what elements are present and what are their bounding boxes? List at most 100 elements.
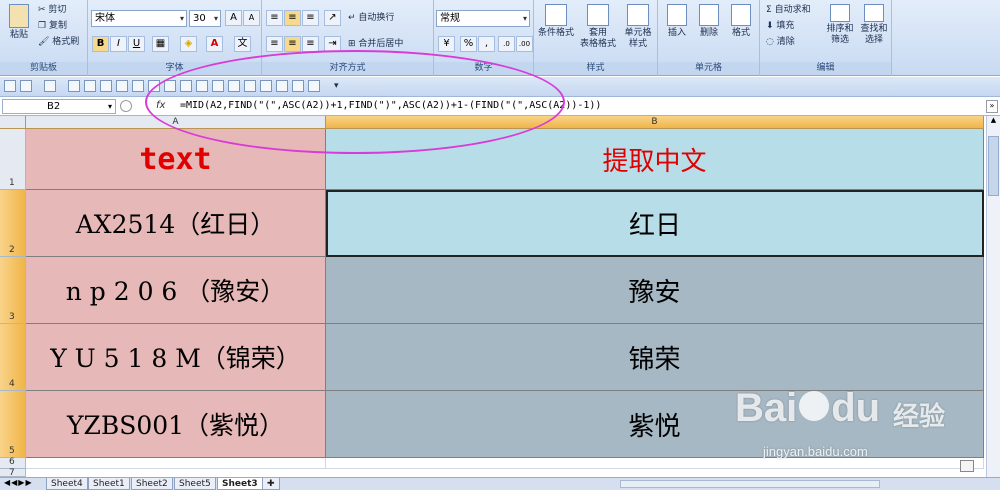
merge-center-button[interactable]: ⊞ 合并后居中 <box>348 38 403 50</box>
align-middle-button[interactable]: ≡ <box>284 10 301 26</box>
name-box-value: B2 <box>47 101 61 112</box>
new-sheet-button[interactable]: ✚ <box>262 478 280 490</box>
table-icon[interactable] <box>132 80 144 92</box>
clipboard-icon[interactable] <box>244 80 256 92</box>
print-icon[interactable] <box>100 80 112 92</box>
redo-icon[interactable] <box>44 80 56 92</box>
formula-bar: B2 ▾ fx =MID(A2,FIND("(",ASC(A2))+1,FIND(… <box>0 98 1000 116</box>
row-header-5[interactable]: 5 <box>0 391 26 458</box>
cell-a4[interactable]: Y U 5 1 8 M（锦荣） <box>26 324 326 391</box>
align-right-button[interactable]: ≡ <box>302 36 319 52</box>
name-box[interactable]: B2 ▾ <box>2 99 116 114</box>
sort-filter-button[interactable]: 排序和 筛选 <box>824 4 856 46</box>
tab-sheet1[interactable]: Sheet1 <box>88 478 130 490</box>
tools-icon[interactable] <box>308 80 320 92</box>
formula-input[interactable]: =MID(A2,FIND("(",ASC(A2))+1,FIND(")",ASC… <box>180 100 601 111</box>
tab-sheet3[interactable]: Sheet3 <box>217 478 263 490</box>
tab-sheet5[interactable]: Sheet5 <box>174 478 216 490</box>
image-icon[interactable] <box>260 80 272 92</box>
merge-icon[interactable] <box>276 80 288 92</box>
refresh-icon[interactable] <box>212 80 224 92</box>
font-color-button[interactable]: A <box>206 36 223 52</box>
scroll-thumb[interactable] <box>988 136 999 196</box>
row-header-1[interactable]: 1 <box>0 129 26 190</box>
cell-a2[interactable]: AX2514（红日） <box>26 190 326 257</box>
open-icon[interactable] <box>68 80 80 92</box>
preview-icon[interactable] <box>116 80 128 92</box>
filter-icon[interactable] <box>196 80 208 92</box>
format-button[interactable]: 格式 <box>726 4 756 39</box>
cell-b1[interactable]: 提取中文 <box>326 129 984 190</box>
tab-sheet2[interactable]: Sheet2 <box>131 478 173 490</box>
cell-a5[interactable]: YZBS001（紫悦） <box>26 391 326 458</box>
select-all-corner[interactable] <box>0 116 26 129</box>
chart-icon[interactable] <box>148 80 160 92</box>
cell-b3[interactable]: 豫安 <box>326 257 984 324</box>
bold-button[interactable]: B <box>92 36 109 52</box>
horizontal-scrollbar[interactable] <box>620 480 880 488</box>
customize-qat-icon[interactable]: ▾ <box>334 80 339 92</box>
clear-button[interactable]: ◌ 清除 <box>766 36 795 48</box>
column-header-a[interactable]: A <box>26 116 326 129</box>
currency-button[interactable]: ¥ <box>438 36 455 52</box>
align-top-button[interactable]: ≡ <box>266 10 283 26</box>
paste-button[interactable]: 粘贴 <box>6 4 32 41</box>
copy-button[interactable]: ❐ 复制 <box>38 20 67 32</box>
undo-icon[interactable] <box>20 80 32 92</box>
cell-a3[interactable]: n p 2 0 6 （豫安） <box>26 257 326 324</box>
number-format-select[interactable]: 常规 ▾ <box>436 10 530 27</box>
cell-a1[interactable]: text <box>26 129 326 190</box>
pencil-icon[interactable] <box>228 80 240 92</box>
insert-row-icon[interactable] <box>164 80 176 92</box>
conditional-format-icon <box>545 4 567 26</box>
vertical-scrollbar[interactable]: ▲ <box>986 116 1000 477</box>
row-header-7[interactable]: 7 <box>0 468 26 478</box>
table-format-button[interactable]: 套用 表格格式 <box>578 4 618 50</box>
grow-font-button[interactable]: A <box>225 10 242 26</box>
increase-decimal-button[interactable]: .0 <box>498 36 515 52</box>
find-select-button[interactable]: 查找和 选择 <box>858 4 890 46</box>
row-header-3[interactable]: 3 <box>0 257 26 324</box>
tab-nav-arrows-icon[interactable]: ◀◀▶▶ <box>4 478 33 487</box>
align-bottom-button[interactable]: ≡ <box>302 10 319 26</box>
format-painter-button[interactable]: 🖌 格式刷 <box>38 36 79 48</box>
align-left-button[interactable]: ≡ <box>266 36 283 52</box>
new-icon[interactable] <box>84 80 96 92</box>
align-center-button[interactable]: ≡ <box>284 36 301 52</box>
wrap-text-button[interactable]: ↵ 自动换行 <box>348 12 394 24</box>
tab-sheet4[interactable]: Sheet4 <box>46 478 88 490</box>
orientation-button[interactable]: ↗ <box>324 10 341 26</box>
decrease-decimal-button[interactable]: .00 <box>516 36 533 52</box>
delete-button[interactable]: 删除 <box>694 4 724 39</box>
cell-a6[interactable] <box>26 458 326 469</box>
fill-button[interactable]: ⬇ 填充 <box>766 20 794 32</box>
comma-button[interactable]: , <box>478 36 495 52</box>
border-button[interactable]: ▦ <box>152 36 169 52</box>
row-header-4[interactable]: 4 <box>0 324 26 391</box>
autosum-button[interactable]: Σ 自动求和 <box>766 4 811 16</box>
row-header-2[interactable]: 2 <box>0 190 26 257</box>
expand-formula-icon[interactable]: » <box>986 100 998 113</box>
conditional-format-button[interactable]: 条件格式 <box>536 4 576 39</box>
split-icon[interactable] <box>292 80 304 92</box>
italic-button[interactable]: I <box>110 36 127 52</box>
shrink-font-button[interactable]: A <box>243 10 260 26</box>
indent-button[interactable]: ⇥ <box>324 36 341 52</box>
insert-button[interactable]: 插入 <box>662 4 692 39</box>
cell-b2-selected[interactable]: 红日 <box>326 190 984 257</box>
format-label: 格式 <box>731 28 750 38</box>
fill-color-button[interactable]: ◈ <box>180 36 197 52</box>
scroll-up-icon[interactable]: ▲ <box>988 116 999 128</box>
phonetic-button[interactable]: 文 <box>234 36 251 52</box>
cell-styles-button[interactable]: 单元格 样式 <box>620 4 656 50</box>
underline-button[interactable]: U <box>128 36 145 52</box>
zoom-circle-icon[interactable] <box>120 100 132 112</box>
save-icon[interactable] <box>4 80 16 92</box>
percent-button[interactable]: % <box>460 36 477 52</box>
grid-icon[interactable] <box>180 80 192 92</box>
cut-button[interactable]: ✂ 剪切 <box>38 4 66 16</box>
font-name-select[interactable]: 宋体 ▾ <box>91 10 187 27</box>
fx-icon[interactable]: fx <box>156 100 165 111</box>
column-header-b[interactable]: B <box>326 116 984 129</box>
font-size-select[interactable]: 30 ▾ <box>189 10 221 27</box>
